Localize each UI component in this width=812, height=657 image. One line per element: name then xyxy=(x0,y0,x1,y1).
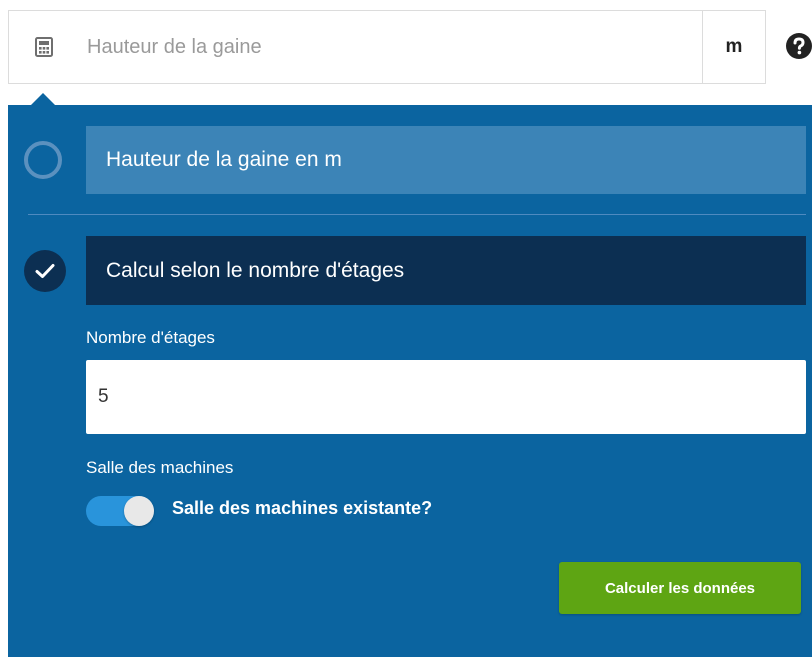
calculate-button[interactable]: Calculer les données xyxy=(559,562,801,614)
toggle-knob xyxy=(124,496,154,526)
option-height-in-m[interactable]: Hauteur de la gaine en m xyxy=(86,126,806,194)
option-floors-label: Calcul selon le nombre d'étages xyxy=(106,258,405,282)
checkmark-icon xyxy=(35,264,55,278)
question-circle-icon[interactable] xyxy=(786,33,812,64)
floors-input[interactable]: 5 xyxy=(86,360,806,434)
machine-room-toggle-label: Salle des machines existante? xyxy=(172,498,433,518)
option-height-label: Hauteur de la gaine en m xyxy=(106,148,342,171)
shaft-height-calculator: Hauteur de la gaine m Hauteur de la gain… xyxy=(0,0,812,657)
shaft-height-input[interactable]: Hauteur de la gaine xyxy=(79,11,702,83)
divider xyxy=(28,214,806,215)
floors-label: Nombre d'étages xyxy=(86,328,215,347)
radio-option-height[interactable] xyxy=(24,141,62,179)
option-calc-by-floors[interactable]: Calcul selon le nombre d'étages xyxy=(86,236,806,305)
machine-room-toggle[interactable] xyxy=(86,496,154,526)
shaft-height-field[interactable]: Hauteur de la gaine m xyxy=(8,10,766,84)
calculator-icon[interactable] xyxy=(9,11,79,83)
unit-label: m xyxy=(702,11,765,83)
radio-option-floors[interactable] xyxy=(24,250,66,292)
machine-room-label: Salle des machines xyxy=(86,458,234,477)
